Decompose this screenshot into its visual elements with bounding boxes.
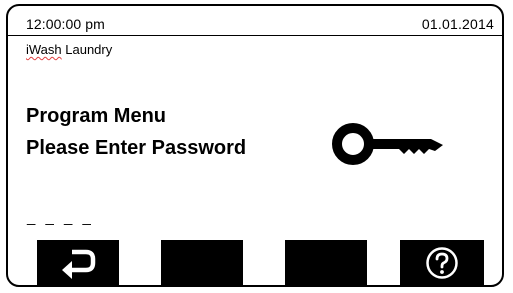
clock-time: 12:00:00 pm — [26, 16, 105, 32]
softkey-2-button[interactable] — [161, 240, 243, 286]
app-title-suffix: Laundry — [61, 42, 113, 57]
return-arrow-icon — [62, 249, 96, 279]
key-icon — [332, 123, 443, 165]
help-icon — [426, 247, 458, 279]
help-button[interactable] — [400, 240, 484, 286]
menu-title: Program Menu — [26, 105, 167, 127]
back-button[interactable] — [37, 240, 119, 286]
app-title: iWash Laundry — [26, 42, 112, 57]
password-entry[interactable]: _ _ _ _ — [27, 209, 94, 226]
password-instruction: Please Enter Password — [26, 137, 247, 159]
softkey-3-button[interactable] — [285, 240, 367, 286]
status-bar: 12:00:00 pm 01.01.2014 — [8, 6, 502, 36]
app-title-brand: iWash — [26, 42, 62, 57]
clock-date: 01.01.2014 — [421, 16, 494, 32]
